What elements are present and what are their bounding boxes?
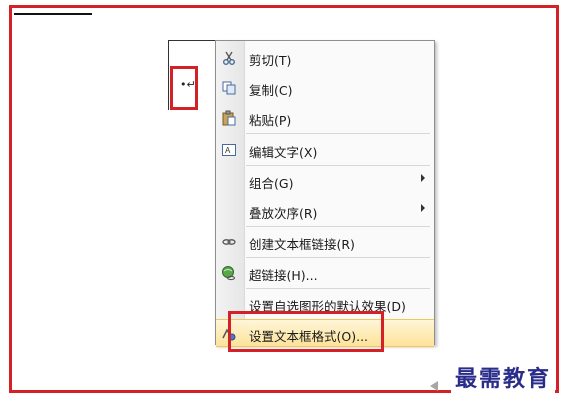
menu-item-cut[interactable]: 剪切(T) bbox=[216, 44, 434, 72]
menu-item-copy[interactable]: 复制(C) bbox=[216, 74, 434, 102]
menu-item-label: 超链接(H)... bbox=[249, 268, 318, 283]
menu-item-order[interactable]: 叠放次序(R) bbox=[216, 197, 434, 225]
scissors-icon bbox=[221, 50, 237, 66]
menu-separator bbox=[246, 288, 430, 289]
paragraph-mark: •↵ bbox=[180, 78, 196, 91]
menu-item-label: 编辑文字(X) bbox=[249, 145, 318, 160]
menu-item-label: 复制(C) bbox=[249, 83, 293, 98]
hyperlink-globe-icon bbox=[221, 265, 237, 281]
edit-text-icon: A bbox=[221, 142, 237, 158]
menu-item-label: 剪切(T) bbox=[249, 53, 292, 68]
document-rule-line bbox=[14, 13, 92, 15]
menu-item-create-textbox-link[interactable]: 创建文本框链接(R) bbox=[216, 228, 434, 256]
menu-item-label: 粘贴(P) bbox=[249, 113, 292, 128]
menu-separator bbox=[246, 133, 430, 134]
menu-separator bbox=[246, 257, 430, 258]
menu-separator bbox=[246, 165, 430, 166]
menu-item-label: 组合(G) bbox=[249, 176, 294, 191]
menu-item-highlight-box bbox=[228, 311, 384, 352]
menu-item-label: 叠放次序(R) bbox=[249, 206, 318, 221]
submenu-arrow-icon bbox=[421, 174, 425, 182]
menu-item-group[interactable]: 组合(G) bbox=[216, 167, 434, 195]
menu-item-edit-text[interactable]: A 编辑文字(X) bbox=[216, 136, 434, 164]
menu-separator bbox=[246, 226, 430, 227]
paste-icon bbox=[221, 110, 237, 126]
link-icon bbox=[221, 234, 237, 250]
context-menu: 剪切(T) 复制(C) 粘贴(P) A 编辑文字(X) 组合(G) 叠放次序(R… bbox=[215, 40, 435, 347]
menu-item-hyperlink[interactable]: 超链接(H)... bbox=[216, 259, 434, 287]
watermark-logo: 最需教育 bbox=[450, 361, 555, 393]
watermark-arrow-icon bbox=[430, 381, 438, 391]
menu-item-label: 创建文本框链接(R) bbox=[249, 237, 355, 252]
submenu-arrow-icon bbox=[421, 204, 425, 212]
svg-text:A: A bbox=[225, 146, 231, 155]
cursor-highlight-box: •↵ bbox=[170, 66, 198, 110]
menu-item-paste[interactable]: 粘贴(P) bbox=[216, 104, 434, 132]
copy-icon bbox=[221, 80, 237, 96]
